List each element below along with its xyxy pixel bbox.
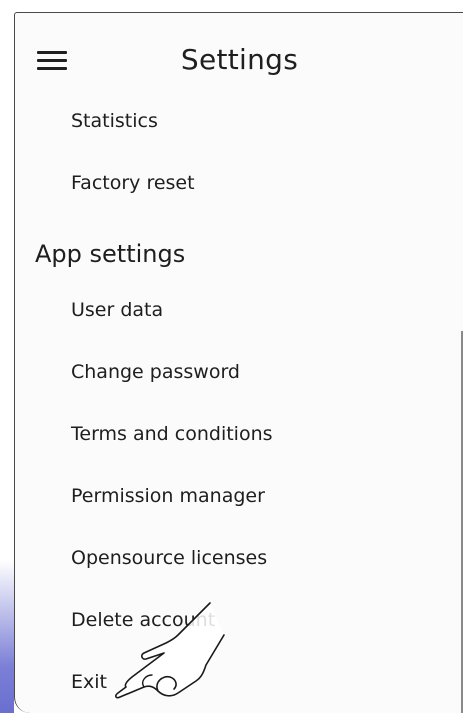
background-accent [0, 560, 14, 713]
menu-item-factory-reset[interactable]: Factory reset [71, 172, 195, 194]
page-title: Settings [180, 43, 299, 76]
menu-item-opensource-licenses[interactable]: Opensource licenses [71, 547, 267, 569]
screen: Settings Statistics Factory reset App se… [0, 0, 463, 713]
menu-item-delete-account[interactable]: Delete account [71, 609, 215, 631]
menu-item-change-password[interactable]: Change password [71, 361, 240, 383]
menu-item-terms-and-conditions[interactable]: Terms and conditions [71, 423, 273, 445]
menu-item-statistics[interactable]: Statistics [71, 110, 158, 132]
menu-item-permission-manager[interactable]: Permission manager [71, 485, 265, 507]
header: Settings [15, 13, 463, 101]
menu-item-user-data[interactable]: User data [71, 299, 163, 321]
settings-drawer: Settings Statistics Factory reset App se… [14, 12, 463, 713]
section-title-app-settings: App settings [35, 240, 186, 268]
menu-item-exit[interactable]: Exit [71, 671, 107, 693]
